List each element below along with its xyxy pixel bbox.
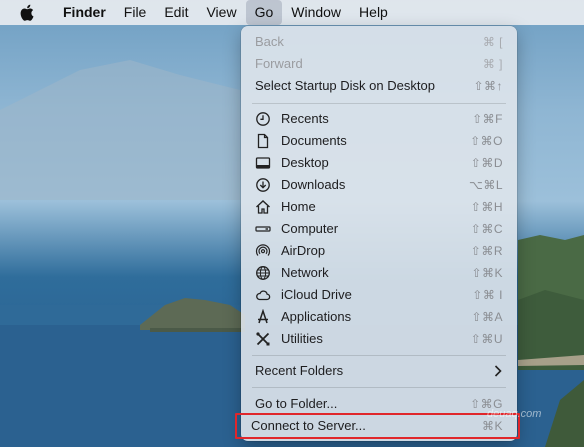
menu-item-documents[interactable]: Documents ⇧⌘O [241, 130, 517, 152]
menu-item-label: Computer [281, 221, 339, 236]
menu-item-shortcut: ⇧⌘A [471, 310, 503, 324]
menu-item-downloads[interactable]: Downloads ⌥⌘L [241, 174, 517, 196]
menu-item-shortcut: ⇧⌘F [472, 112, 503, 126]
menu-item-shortcut: ⇧⌘C [470, 222, 503, 236]
menu-item-applications[interactable]: Applications ⇧⌘A [241, 306, 517, 328]
menu-finder[interactable]: Finder [54, 0, 115, 25]
menu-edit[interactable]: Edit [155, 0, 197, 25]
menu-item-shortcut: ⌥⌘L [468, 178, 503, 192]
menu-item-forward[interactable]: Forward ⌘ ] [241, 53, 517, 75]
desktop-icon [255, 157, 271, 169]
menu-item-shortcut: ⇧⌘↑ [473, 79, 503, 93]
globe-icon [256, 266, 270, 280]
menu-item-label: Back [255, 34, 284, 49]
menu-separator [252, 103, 506, 104]
cloud-icon [256, 290, 271, 301]
apple-logo-icon[interactable] [19, 4, 41, 21]
menu-item-computer[interactable]: Computer ⇧⌘C [241, 218, 517, 240]
menu-item-shortcut: ⇧⌘ I [472, 288, 503, 302]
menu-item-back[interactable]: Back ⌘ [ [241, 31, 517, 53]
menu-item-shortcut: ⇧⌘O [470, 134, 503, 148]
menu-view[interactable]: View [197, 0, 245, 25]
menu-item-recent-folders[interactable]: Recent Folders [241, 360, 517, 382]
tools-icon [256, 332, 270, 346]
menu-item-label: Forward [255, 56, 303, 71]
menu-item-shortcut: ⇧⌘R [470, 244, 503, 258]
menu-separator [252, 387, 506, 388]
menu-item-recents[interactable]: Recents ⇧⌘F [241, 108, 517, 130]
menu-item-shortcut: ⌘ [ [482, 35, 503, 49]
menu-item-label: Go to Folder... [255, 396, 338, 411]
menu-file[interactable]: File [115, 0, 156, 25]
menu-item-home[interactable]: Home ⇧⌘H [241, 196, 517, 218]
menu-item-desktop[interactable]: Desktop ⇧⌘D [241, 152, 517, 174]
menu-item-shortcut: ⇧⌘H [470, 200, 503, 214]
menu-item-label: Documents [281, 133, 347, 148]
menu-bar: Finder File Edit View Go Window Help [0, 0, 584, 25]
go-menu-dropdown: Back ⌘ [ Forward ⌘ ] Select Startup Disk… [241, 26, 517, 441]
download-icon [256, 178, 270, 192]
home-icon [256, 200, 270, 214]
menu-item-shortcut: ⇧⌘D [470, 156, 503, 170]
chevron-right-icon [494, 365, 502, 377]
document-icon [257, 133, 269, 149]
menu-item-utilities[interactable]: Utilities ⇧⌘U [241, 328, 517, 350]
menu-item-label: Applications [281, 309, 352, 324]
menu-item-select-startup-disk[interactable]: Select Startup Disk on Desktop ⇧⌘↑ [241, 75, 517, 97]
watermark-text: deuaq.com [487, 408, 542, 420]
applications-icon [258, 309, 268, 324]
highlight-annotation-box [235, 413, 520, 439]
menu-item-airdrop[interactable]: AirDrop ⇧⌘R [241, 240, 517, 262]
menu-item-label: Desktop [281, 155, 329, 170]
menu-item-label: Network [281, 265, 329, 280]
menu-help[interactable]: Help [350, 0, 397, 25]
computer-icon [255, 226, 271, 232]
menu-item-network[interactable]: Network ⇧⌘K [241, 262, 517, 284]
menu-item-label: Recent Folders [255, 363, 344, 378]
menu-item-label: Recents [281, 111, 329, 126]
menu-item-label: iCloud Drive [281, 287, 352, 302]
menu-item-shortcut: ⌘ ] [482, 57, 503, 71]
menu-item-label: AirDrop [281, 243, 326, 258]
menu-item-go-to-folder[interactable]: Go to Folder... ⇧⌘G [241, 393, 517, 415]
menu-item-shortcut: ⇧⌘K [471, 266, 503, 280]
menu-item-label: Home [281, 199, 316, 214]
menu-go[interactable]: Go [245, 0, 283, 25]
menu-item-label: Select Startup Disk on Desktop [255, 78, 435, 93]
airdrop-icon [255, 244, 271, 256]
menu-window[interactable]: Window [282, 0, 350, 25]
menu-item-label: Utilities [281, 331, 323, 346]
menu-separator [252, 355, 506, 356]
clock-icon [256, 112, 270, 126]
menu-item-shortcut: ⇧⌘U [470, 332, 503, 346]
menu-item-label: Downloads [281, 177, 346, 192]
menu-item-icloud-drive[interactable]: iCloud Drive ⇧⌘ I [241, 284, 517, 306]
